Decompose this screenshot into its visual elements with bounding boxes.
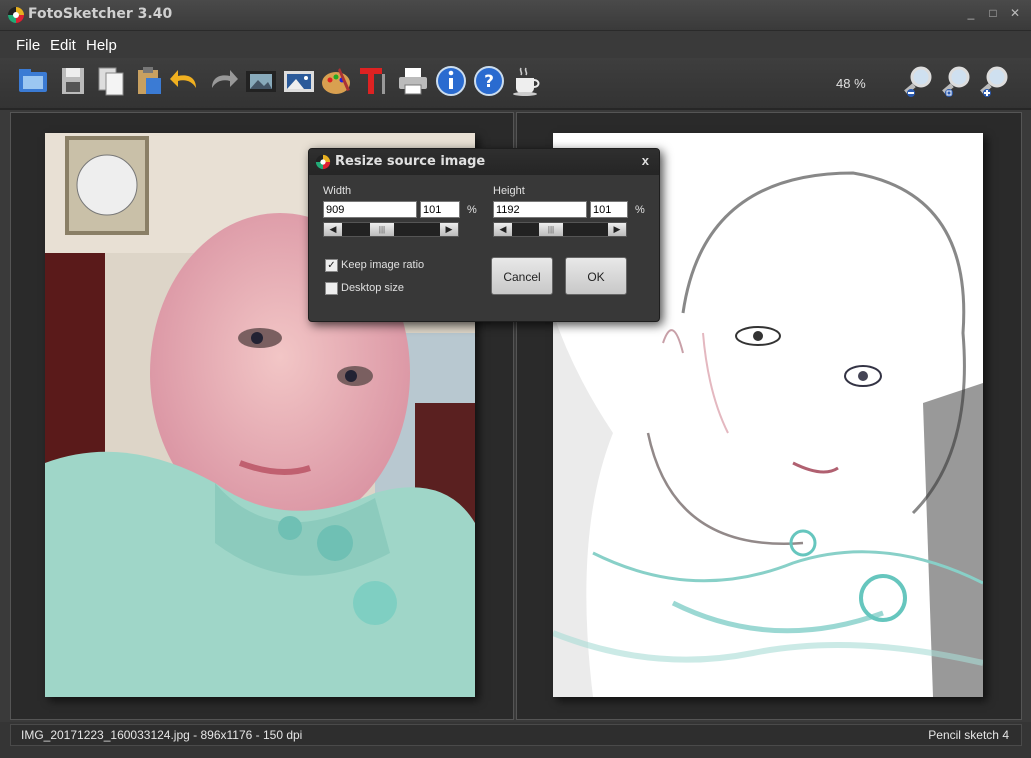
height-slider[interactable]: ◀ ||| ▶ [493, 222, 627, 237]
height-slider-left-arrow[interactable]: ◀ [494, 223, 512, 236]
open-icon[interactable] [16, 64, 50, 98]
redo-icon[interactable] [206, 64, 240, 98]
width-slider[interactable]: ◀ ||| ▶ [323, 222, 459, 237]
app-logo-icon [315, 154, 331, 170]
undo-icon[interactable] [168, 64, 202, 98]
status-bar: IMG_20171223_160033124.jpg - 896x1176 - … [0, 722, 1031, 758]
height-percent-input[interactable]: 101 [590, 201, 628, 218]
width-percent-symbol: % [467, 204, 477, 216]
print-icon[interactable] [396, 64, 430, 98]
height-slider-thumb[interactable]: ||| [539, 223, 563, 236]
svg-text:?: ? [484, 72, 494, 92]
copy-icon[interactable] [94, 64, 128, 98]
toolbar: ? 48 % [0, 58, 1031, 110]
text-icon[interactable] [358, 64, 392, 98]
height-slider-right-arrow[interactable]: ▶ [608, 223, 626, 236]
status-effect-name: Pencil sketch 4 [928, 728, 1009, 742]
desktop-size-label[interactable]: Desktop size [341, 282, 404, 294]
width-percent-input[interactable]: 101 [420, 201, 460, 218]
width-slider-left-arrow[interactable]: ◀ [324, 223, 342, 236]
cancel-button[interactable]: Cancel [491, 257, 553, 295]
window-title: FotoSketcher 3.40 [28, 6, 173, 22]
restore-button[interactable]: □ [986, 6, 1000, 20]
zoom-level: 48 % [836, 76, 866, 91]
palette-icon[interactable] [320, 64, 354, 98]
status-file-info: IMG_20171223_160033124.jpg - 896x1176 - … [21, 728, 303, 742]
help-icon[interactable]: ? [472, 64, 506, 98]
height-label: Height [493, 185, 525, 197]
ok-button[interactable]: OK [565, 257, 627, 295]
menu-file[interactable]: File [16, 37, 40, 54]
info-icon[interactable] [434, 64, 468, 98]
film-icon[interactable] [244, 64, 278, 98]
height-percent-symbol: % [635, 204, 645, 216]
width-input[interactable]: 909 [323, 201, 417, 218]
menu-bar: File Edit Help [0, 31, 1031, 57]
app-logo-icon [8, 7, 24, 23]
menu-help[interactable]: Help [86, 37, 117, 54]
minimize-button[interactable]: _ [964, 6, 978, 20]
width-slider-right-arrow[interactable]: ▶ [440, 223, 458, 236]
zoom-fit-icon[interactable] [940, 64, 974, 98]
picture-icon[interactable] [282, 64, 316, 98]
menu-edit[interactable]: Edit [50, 37, 76, 54]
keep-ratio-checkbox[interactable]: ✓ [325, 259, 338, 272]
title-bar: FotoSketcher 3.40 _ □ ✕ [0, 0, 1031, 31]
save-icon[interactable] [56, 64, 90, 98]
width-label: Width [323, 185, 352, 197]
close-button[interactable]: ✕ [1008, 6, 1022, 20]
resize-dialog: Resize source image x Width 909 101 % ◀ … [308, 148, 660, 322]
dialog-title-bar[interactable]: Resize source image x [309, 149, 659, 175]
coffee-icon[interactable] [510, 64, 544, 98]
keep-ratio-label[interactable]: Keep image ratio [341, 259, 424, 271]
dialog-title: Resize source image [335, 154, 486, 169]
width-slider-thumb[interactable]: ||| [370, 223, 394, 236]
paste-icon[interactable] [132, 64, 166, 98]
status-panel: IMG_20171223_160033124.jpg - 896x1176 - … [10, 724, 1022, 746]
zoom-out-icon[interactable] [902, 64, 936, 98]
height-input[interactable]: 1192 [493, 201, 587, 218]
dialog-close-button[interactable]: x [642, 153, 649, 168]
desktop-size-checkbox[interactable] [325, 282, 338, 295]
zoom-in-icon[interactable] [978, 64, 1012, 98]
